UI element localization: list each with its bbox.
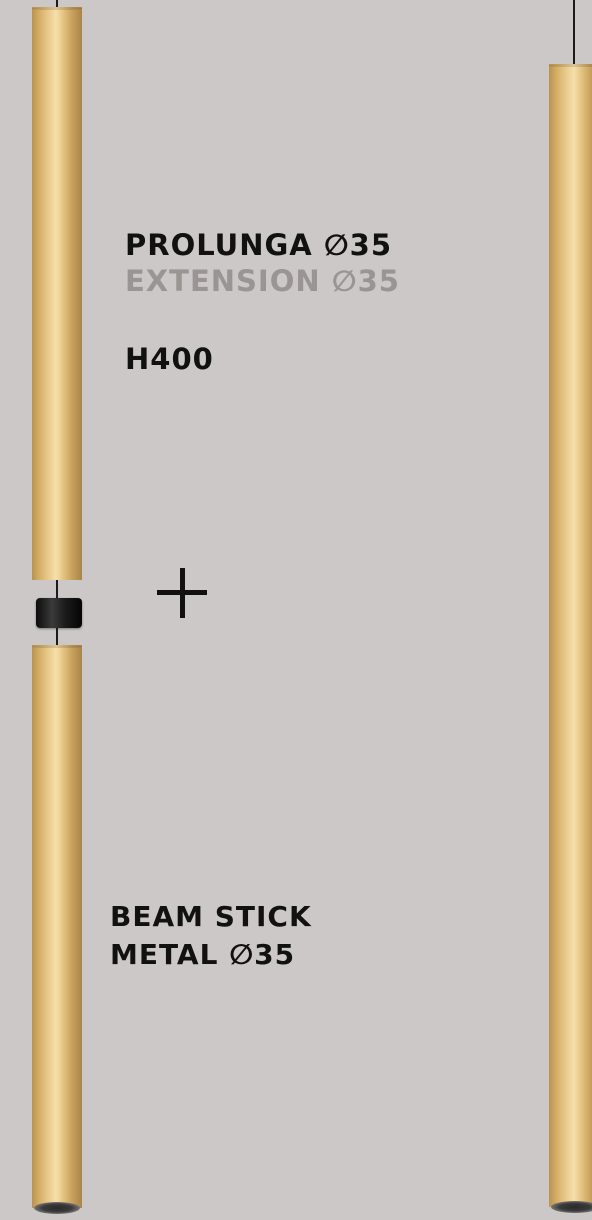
beam-stick-tube-right (549, 64, 592, 1213)
connector-cable-upper (56, 580, 58, 600)
extension-tube (32, 7, 82, 580)
connector-joint (36, 598, 82, 628)
extension-title-italian: PROLUNGA ∅35 (125, 228, 393, 262)
beam-stick-tube-left (32, 645, 82, 1214)
plus-icon (157, 568, 207, 618)
extension-title-english: EXTENSION ∅35 (125, 264, 400, 298)
top-cable-right (573, 0, 575, 67)
product-name-line2: METAL ∅35 (110, 938, 296, 971)
connector-cable-lower (56, 628, 58, 646)
extension-height: H400 (125, 342, 214, 376)
product-name-line1: BEAM STICK (110, 900, 312, 933)
